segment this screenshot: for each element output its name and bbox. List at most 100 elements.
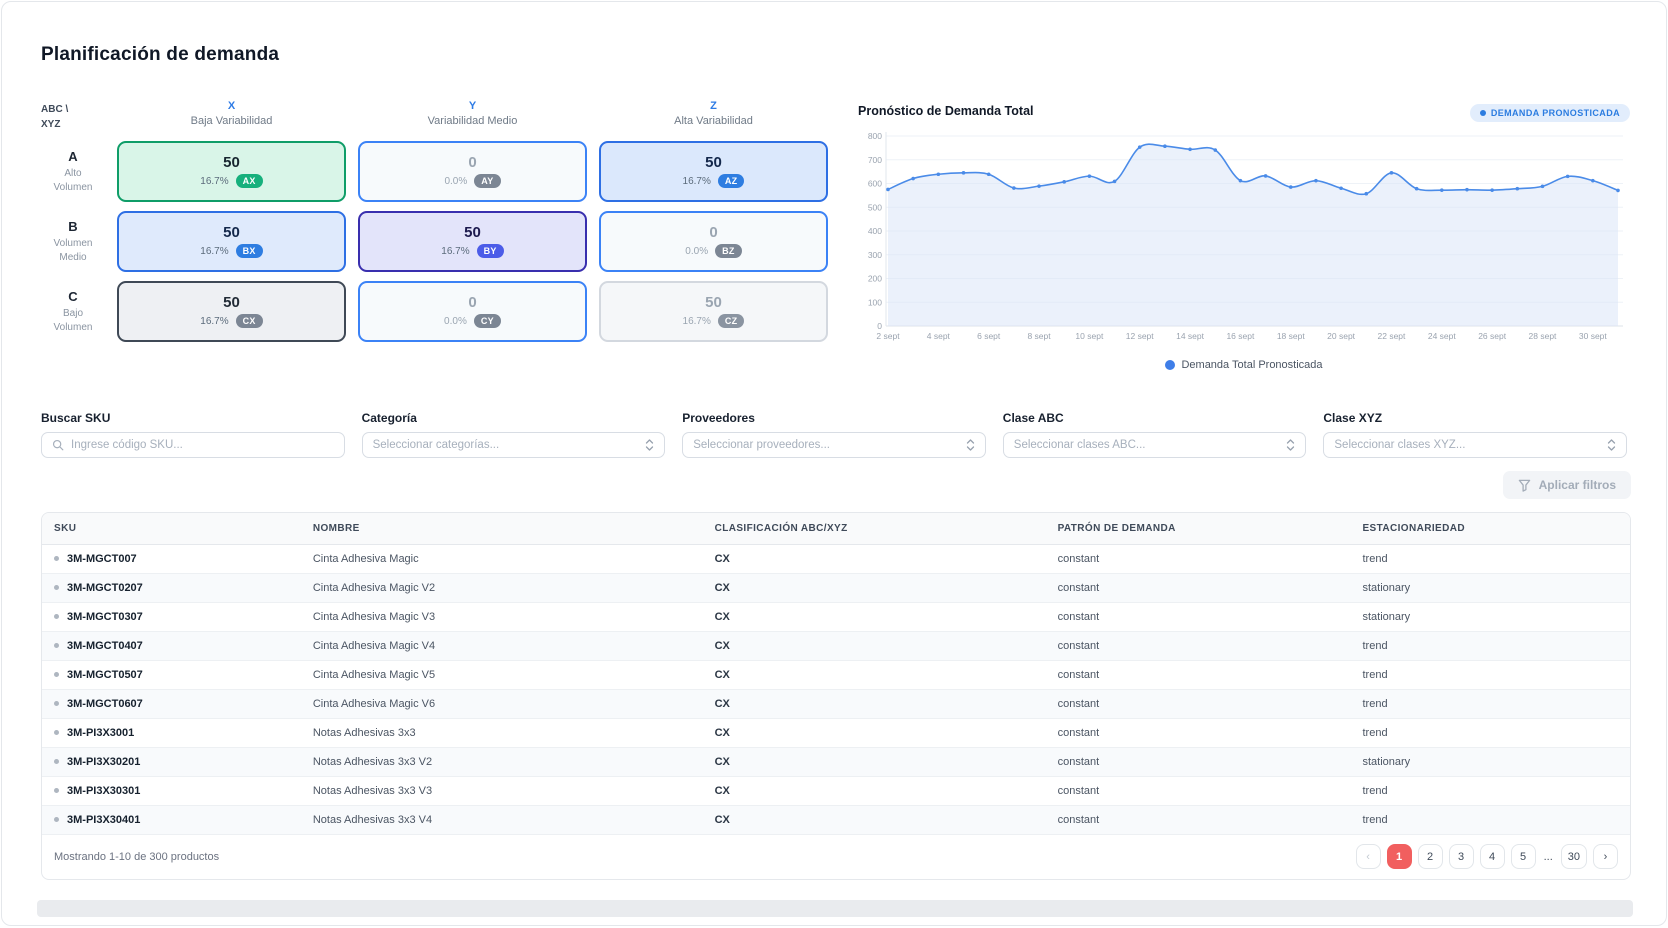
- matrix-cell-percent: 16.7%: [683, 176, 711, 187]
- svg-text:6 sept: 6 sept: [977, 331, 1001, 341]
- providers-select[interactable]: Seleccionar proveedores...: [682, 432, 986, 458]
- matrix-cell-cz[interactable]: 5016.7%CZ: [599, 281, 828, 342]
- column-header-patron: PATRÓN DE DEMANDA: [1046, 513, 1351, 545]
- pagination-page-1[interactable]: 1: [1387, 844, 1412, 869]
- cell-nombre: Cinta Adhesiva Magic V4: [301, 632, 703, 661]
- chart-legend[interactable]: Demanda Total Pronosticada: [858, 359, 1630, 371]
- table-row[interactable]: 3M-PI3X30401Notas Adhesivas 3x3 V4CXcons…: [42, 806, 1630, 835]
- svg-text:26 sept: 26 sept: [1478, 331, 1507, 341]
- matrix-cell-cy[interactable]: 00.0% CY: [358, 281, 587, 342]
- column-header-clasif: CLASIFICACIÓN ABC/XYZ: [703, 513, 1046, 545]
- row-status-dot-icon: [54, 672, 59, 677]
- table-row[interactable]: 3M-MGCT0207Cinta Adhesiva Magic V2CXcons…: [42, 574, 1630, 603]
- matrix-cell-bx[interactable]: 5016.7%BX: [117, 211, 346, 272]
- row-status-dot-icon: [54, 788, 59, 793]
- pagination-page-3[interactable]: 3: [1449, 844, 1474, 869]
- matrix-column-key: Y: [358, 100, 587, 112]
- matrix-cell-ay[interactable]: 00.0%AY: [358, 141, 587, 202]
- table-row[interactable]: 3M-PI3X30301Notas Adhesivas 3x3 V3CXcons…: [42, 777, 1630, 806]
- matrix-cell-badge: BZ: [715, 244, 742, 258]
- cell-estacionariedad: trend: [1350, 661, 1630, 690]
- svg-text:200: 200: [868, 274, 882, 284]
- cell-sku: 3M-PI3X3001: [42, 719, 301, 748]
- matrix-cell-value: 0: [709, 225, 717, 240]
- cell-sku: 3M-MGCT0207: [42, 574, 301, 603]
- filter-label: Categoría: [362, 411, 666, 425]
- cell-clasificacion: CX: [703, 574, 1046, 603]
- row-status-dot-icon: [54, 614, 59, 619]
- matrix-cell-meta: 16.7%AX: [200, 174, 262, 188]
- cell-sku: 3M-MGCT0507: [42, 661, 301, 690]
- matrix-cell-value: 0: [468, 295, 476, 310]
- filter-label: Proveedores: [682, 411, 986, 425]
- products-table: SKUNOMBRECLASIFICACIÓN ABC/XYZPATRÓN DE …: [42, 513, 1630, 835]
- table-row[interactable]: 3M-MGCT0507Cinta Adhesiva Magic V5CXcons…: [42, 661, 1630, 690]
- xyz-class-select[interactable]: Seleccionar clases XYZ...: [1323, 432, 1627, 458]
- svg-text:700: 700: [868, 155, 882, 165]
- matrix-cell-meta: 0.0% CY: [444, 314, 501, 328]
- matrix-cell-percent: 16.7%: [200, 246, 228, 257]
- matrix-row-header-a: AAlto Volumen: [41, 141, 105, 202]
- abc-class-select[interactable]: Seleccionar clases ABC...: [1003, 432, 1307, 458]
- cell-clasificacion: CX: [703, 545, 1046, 574]
- table-row[interactable]: 3M-MGCT0307Cinta Adhesiva Magic V3CXcons…: [42, 603, 1630, 632]
- pagination-page-5[interactable]: 5: [1511, 844, 1536, 869]
- cell-sku: 3M-MGCT0307: [42, 603, 301, 632]
- matrix-cell-ax[interactable]: 5016.7%AX: [117, 141, 346, 202]
- table-row[interactable]: 3M-MGCT007Cinta Adhesiva MagicCXconstant…: [42, 545, 1630, 574]
- matrix-cell-badge: CZ: [718, 314, 745, 328]
- cell-patron: constant: [1046, 777, 1351, 806]
- column-header-nombre: NOMBRE: [301, 513, 703, 545]
- cell-estacionariedad: trend: [1350, 777, 1630, 806]
- cell-clasificacion: CX: [703, 632, 1046, 661]
- matrix-column-sublabel: Variabilidad Medio: [358, 115, 587, 127]
- pagination-page-4[interactable]: 4: [1480, 844, 1505, 869]
- matrix-cell-by[interactable]: 5016.7%BY: [358, 211, 587, 272]
- matrix-cell-meta: 16.7%CZ: [683, 314, 745, 328]
- chart-legend-label: Demanda Total Pronosticada: [1181, 359, 1322, 371]
- cell-nombre: Cinta Adhesiva Magic V3: [301, 603, 703, 632]
- page-title: Planificación de demanda: [41, 44, 1666, 66]
- table-row[interactable]: 3M-MGCT0407Cinta Adhesiva Magic V4CXcons…: [42, 632, 1630, 661]
- row-status-dot-icon: [54, 556, 59, 561]
- svg-text:18 sept: 18 sept: [1277, 331, 1306, 341]
- svg-text:14 sept: 14 sept: [1176, 331, 1205, 341]
- cell-estacionariedad: stationary: [1350, 603, 1630, 632]
- cell-clasificacion: CX: [703, 603, 1046, 632]
- filter-group: Categoría Seleccionar categorías...: [362, 411, 666, 458]
- cell-patron: constant: [1046, 632, 1351, 661]
- sku-search-input[interactable]: Ingrese código SKU...: [41, 432, 345, 458]
- pagination-next[interactable]: ›: [1593, 844, 1618, 869]
- svg-text:16 sept: 16 sept: [1226, 331, 1255, 341]
- row-status-dot-icon: [54, 643, 59, 648]
- chevron-up-down-icon: [1286, 438, 1295, 452]
- matrix-cell-percent: 0.0%: [444, 316, 467, 327]
- matrix-cell-value: 0: [468, 155, 476, 170]
- pagination-page-30[interactable]: 30: [1561, 844, 1587, 869]
- table-row[interactable]: 3M-MGCT0607Cinta Adhesiva Magic V6CXcons…: [42, 690, 1630, 719]
- matrix-cell-bz[interactable]: 00.0%BZ: [599, 211, 828, 272]
- column-header-sku: SKU: [42, 513, 301, 545]
- products-table-card: SKUNOMBRECLASIFICACIÓN ABC/XYZPATRÓN DE …: [41, 512, 1631, 880]
- matrix-cell-badge: CY: [474, 314, 501, 328]
- matrix-cell-az[interactable]: 5016.7%AZ: [599, 141, 828, 202]
- matrix-column-sublabel: Baja Variabilidad: [117, 115, 346, 127]
- cell-nombre: Notas Adhesivas 3x3 V2: [301, 748, 703, 777]
- pagination-page-2[interactable]: 2: [1418, 844, 1443, 869]
- cell-sku: 3M-PI3X30201: [42, 748, 301, 777]
- apply-filters-row: Aplicar filtros: [41, 471, 1631, 499]
- apply-filters-button[interactable]: Aplicar filtros: [1503, 471, 1631, 499]
- table-row[interactable]: 3M-PI3X30201Notas Adhesivas 3x3 V2CXcons…: [42, 748, 1630, 777]
- cell-patron: constant: [1046, 603, 1351, 632]
- category-select[interactable]: Seleccionar categorías...: [362, 432, 666, 458]
- matrix-column-header-x: XBaja Variabilidad: [117, 98, 346, 132]
- cell-patron: constant: [1046, 661, 1351, 690]
- matrix-corner-line: XYZ: [41, 117, 105, 132]
- cell-clasificacion: CX: [703, 806, 1046, 835]
- table-row[interactable]: 3M-PI3X3001Notas Adhesivas 3x3CXconstant…: [42, 719, 1630, 748]
- cell-patron: constant: [1046, 690, 1351, 719]
- cell-sku: 3M-PI3X30401: [42, 806, 301, 835]
- matrix-cell-value: 50: [705, 155, 722, 170]
- matrix-cell-cx[interactable]: 5016.7%CX: [117, 281, 346, 342]
- pagination-prev[interactable]: ‹: [1356, 844, 1381, 869]
